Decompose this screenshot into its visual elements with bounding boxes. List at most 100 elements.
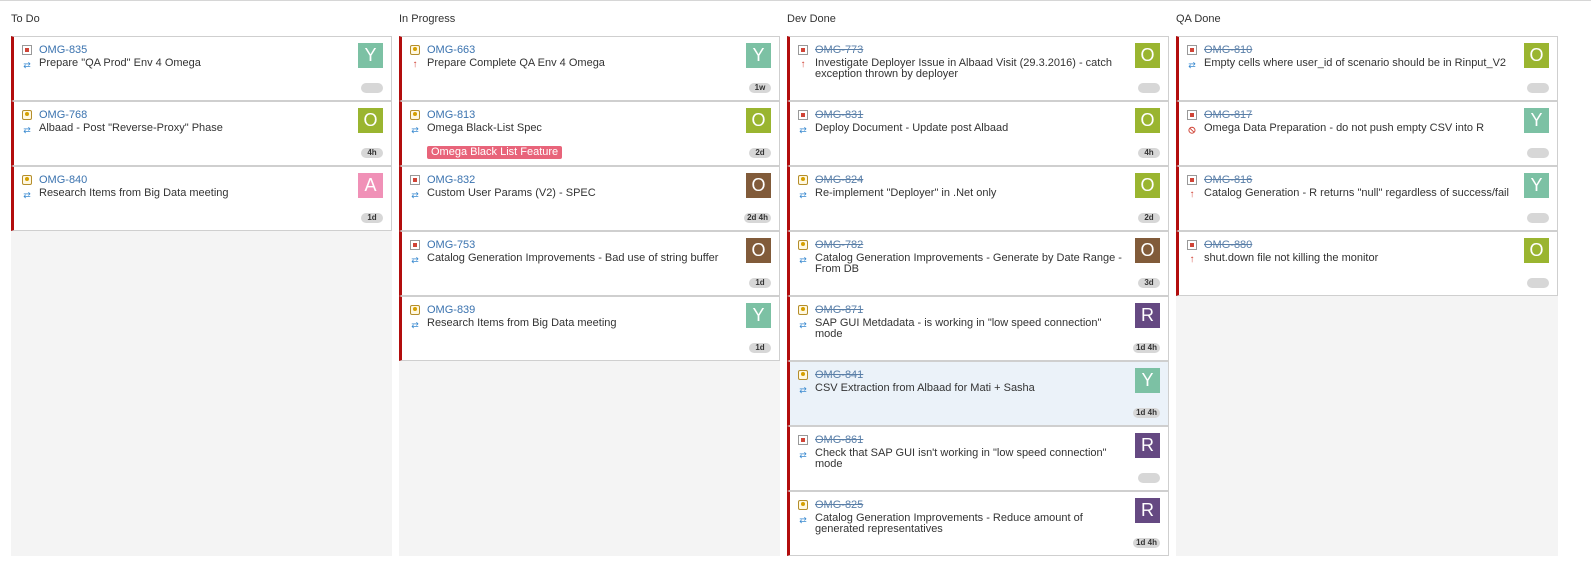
assignee-avatar[interactable]: O — [1135, 173, 1160, 198]
improvement-type-icon — [410, 110, 420, 120]
issue-key-link[interactable]: OMG-810 — [1204, 44, 1252, 56]
improvement-type-icon — [410, 305, 420, 315]
estimate-badge: 1w — [749, 83, 771, 93]
issue-card[interactable]: OMG-832 ⇄ Custom User Params (V2) - SPEC O 2… — [399, 166, 780, 231]
issue-key-link[interactable]: OMG-861 — [815, 434, 863, 446]
issue-key-link[interactable]: OMG-768 — [39, 109, 87, 121]
estimate-badge: 4h — [1138, 148, 1160, 158]
issue-key-link[interactable]: OMG-840 — [39, 174, 87, 186]
issue-summary: Omega Black-List Spec — [427, 122, 542, 134]
issue-card[interactable]: OMG-835 ⇄ Prepare "QA Prod" Env 4 Omega Y — [11, 36, 392, 101]
improvement-type-icon — [798, 305, 808, 315]
assignee-avatar[interactable]: O — [1524, 238, 1549, 263]
bug-type-icon — [798, 110, 808, 120]
issue-key-link[interactable]: OMG-824 — [815, 174, 863, 186]
estimate-badge: 2d — [1138, 213, 1160, 223]
estimate-badge: 3d — [1138, 278, 1160, 288]
issue-card[interactable]: OMG-816 ↑ Catalog Generation - R returns "… — [1176, 166, 1558, 231]
issue-key-link[interactable]: OMG-782 — [815, 239, 863, 251]
assignee-avatar[interactable]: Y — [358, 43, 383, 68]
issue-summary: Catalog Generation Improvements - Bad us… — [427, 252, 719, 264]
issue-key-link[interactable]: OMG-753 — [427, 239, 475, 251]
estimate-badge: 1d — [361, 213, 383, 223]
issue-card[interactable]: OMG-768 ⇄ Albaad - Post "Reverse-Proxy" Ph… — [11, 101, 392, 166]
epic-badge[interactable]: Omega Black List Feature — [427, 146, 563, 159]
issue-key-link[interactable]: OMG-663 — [427, 44, 475, 56]
issue-key-link[interactable]: OMG-880 — [1204, 239, 1252, 251]
estimate-badge — [1138, 83, 1160, 93]
issue-key-link[interactable]: OMG-839 — [427, 304, 475, 316]
issue-summary: Catalog Generation Improvements - Reduce… — [815, 512, 1083, 535]
minor-priority-icon: ⇄ — [1188, 60, 1196, 70]
assignee-avatar[interactable]: O — [746, 108, 771, 133]
issue-key-link[interactable]: OMG-841 — [815, 369, 863, 381]
issue-key-link[interactable]: OMG-817 — [1204, 109, 1252, 121]
issue-summary: Omega Data Preparation - do not push emp… — [1204, 122, 1485, 134]
issue-key-link[interactable]: OMG-832 — [427, 174, 475, 186]
issue-card[interactable]: OMG-782 ⇄ Catalog Generation Improvements … — [787, 231, 1169, 296]
assignee-avatar[interactable]: Y — [1135, 368, 1160, 393]
issue-card[interactable]: OMG-841 ⇄ CSV Extraction from Albaad for M… — [787, 361, 1169, 426]
issue-summary: Re-implement "Deployer" in .Net only — [815, 187, 997, 199]
issue-card[interactable]: OMG-839 ⇄ Research Items from Big Data mee… — [399, 296, 780, 361]
assignee-avatar[interactable]: O — [1135, 43, 1160, 68]
minor-priority-icon: ⇄ — [799, 190, 807, 200]
issue-card[interactable]: OMG-861 ⇄ Check that SAP GUI isn't working… — [787, 426, 1169, 491]
minor-priority-icon: ⇄ — [799, 515, 807, 525]
improvement-type-icon — [798, 240, 808, 250]
improvement-type-icon — [410, 45, 420, 55]
issue-card[interactable]: OMG-824 ⇄ Re-implement "Deployer" in .Net … — [787, 166, 1169, 231]
issue-card[interactable]: OMG-817 ⦸ Omega Data Preparation - do not … — [1176, 101, 1558, 166]
minor-priority-icon: ⇄ — [799, 320, 807, 330]
issue-card[interactable]: OMG-773 ↑ Investigate Deployer Issue in Al… — [787, 36, 1169, 101]
assignee-avatar[interactable]: A — [358, 173, 383, 198]
bug-type-icon — [1187, 175, 1197, 185]
issue-summary: Investigate Deployer Issue in Albaad Vis… — [815, 57, 1112, 80]
assignee-avatar[interactable]: R — [1135, 498, 1160, 523]
issue-key-link[interactable]: OMG-871 — [815, 304, 863, 316]
column-body: OMG-663 ↑ Prepare Complete QA Env 4 Omega Y… — [399, 36, 780, 556]
estimate-badge — [1527, 148, 1549, 158]
issue-card[interactable]: OMG-663 ↑ Prepare Complete QA Env 4 Omega Y… — [399, 36, 780, 101]
issue-summary: CSV Extraction from Albaad for Mati + Sa… — [815, 382, 1035, 394]
bug-type-icon — [1187, 110, 1197, 120]
assignee-avatar[interactable]: R — [1135, 303, 1160, 328]
assignee-avatar[interactable]: Y — [746, 43, 771, 68]
column-todo: To Do OMG-835 ⇄ Prepare "QA Prod" Env 4 Om… — [11, 0, 392, 556]
assignee-avatar[interactable]: Y — [1524, 173, 1549, 198]
issue-card[interactable]: OMG-753 ⇄ Catalog Generation Improvements … — [399, 231, 780, 296]
issue-key-link[interactable]: OMG-835 — [39, 44, 87, 56]
issue-summary: Prepare Complete QA Env 4 Omega — [427, 57, 605, 69]
bug-type-icon — [22, 45, 32, 55]
assignee-avatar[interactable]: O — [746, 173, 771, 198]
bug-type-icon — [798, 435, 808, 445]
bug-type-icon — [410, 240, 420, 250]
estimate-badge — [1138, 473, 1160, 483]
assignee-avatar[interactable]: O — [1135, 108, 1160, 133]
issue-card[interactable]: OMG-840 ⇄ Research Items from Big Data mee… — [11, 166, 392, 231]
issue-key-link[interactable]: OMG-831 — [815, 109, 863, 121]
improvement-type-icon — [22, 110, 32, 120]
issue-card[interactable]: OMG-825 ⇄ Catalog Generation Improvements … — [787, 491, 1169, 556]
issue-key-link[interactable]: OMG-813 — [427, 109, 475, 121]
column-qa-done: QA Done OMG-810 ⇄ Empty cells where user_i… — [1176, 0, 1558, 556]
assignee-avatar[interactable]: O — [1135, 238, 1160, 263]
improvement-type-icon — [22, 175, 32, 185]
issue-card[interactable]: OMG-871 ⇄ SAP GUI Metdadata - is working i… — [787, 296, 1169, 361]
column-body: OMG-810 ⇄ Empty cells where user_id of sce… — [1176, 36, 1558, 556]
issue-card[interactable]: OMG-831 ⇄ Deploy Document - Update post Al… — [787, 101, 1169, 166]
assignee-avatar[interactable]: Y — [1524, 108, 1549, 133]
issue-key-link[interactable]: OMG-816 — [1204, 174, 1252, 186]
issue-card[interactable]: OMG-880 ↑ shut.down file not killing the m… — [1176, 231, 1558, 296]
assignee-avatar[interactable]: O — [746, 238, 771, 263]
issue-key-link[interactable]: OMG-773 — [815, 44, 863, 56]
assignee-avatar[interactable]: R — [1135, 433, 1160, 458]
issue-card[interactable]: OMG-813 ⇄ Omega Black-List Spec Omega Black… — [399, 101, 780, 166]
issue-key-link[interactable]: OMG-825 — [815, 499, 863, 511]
estimate-badge: 1d 4h — [1133, 538, 1160, 548]
issue-card[interactable]: OMG-810 ⇄ Empty cells where user_id of sce… — [1176, 36, 1558, 101]
estimate-badge: 2d — [749, 148, 771, 158]
assignee-avatar[interactable]: Y — [746, 303, 771, 328]
assignee-avatar[interactable]: O — [1524, 43, 1549, 68]
assignee-avatar[interactable]: O — [358, 108, 383, 133]
